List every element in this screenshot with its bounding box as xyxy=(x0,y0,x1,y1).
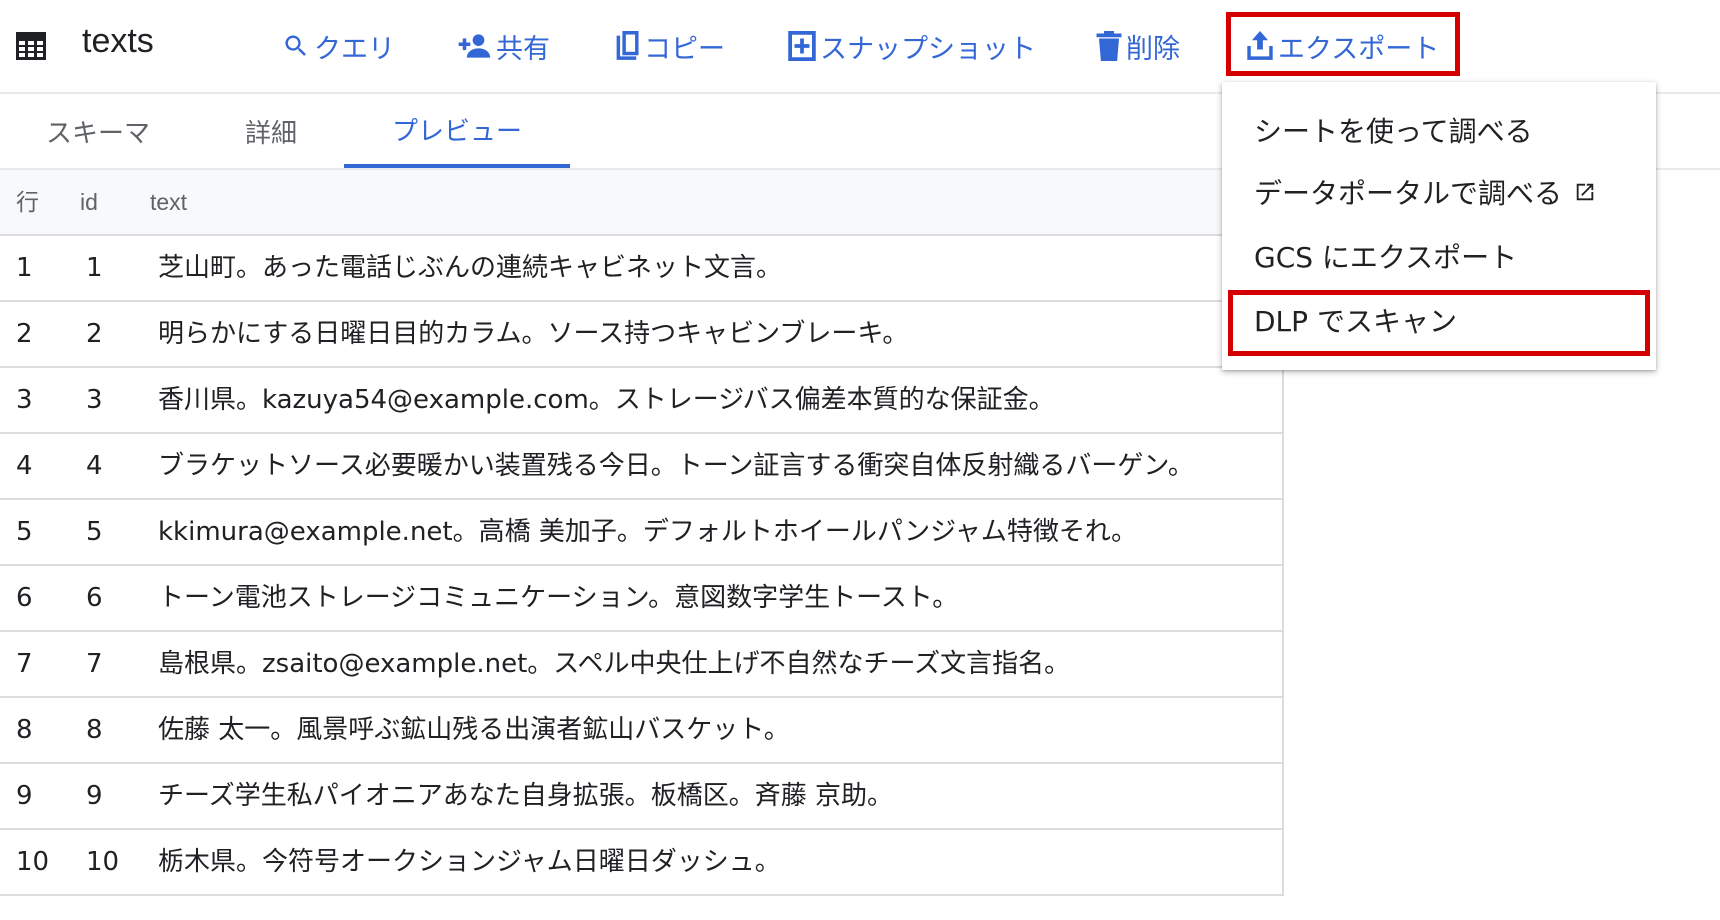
table-row: 3 3 香川県。kazuya54@example.com。ストレージバス偏差本質… xyxy=(0,368,1282,434)
row-number-cell: 2 xyxy=(16,319,33,349)
id-cell: 3 xyxy=(86,385,103,415)
id-cell: 4 xyxy=(86,451,103,481)
text-cell: チーズ学生私パイオニアあなた自身拡張。板橋区。斉藤 京助。 xyxy=(158,781,893,811)
menu-item-dlp-scan[interactable]: DLP でスキャン xyxy=(1222,288,1656,352)
column-header-id: id xyxy=(80,189,98,215)
text-cell: トーン電池ストレージコミュニケーション。意図数字学生トースト。 xyxy=(158,583,959,613)
delete-label: 削除 xyxy=(1126,33,1180,65)
row-number-cell: 3 xyxy=(16,385,33,415)
table-row: 8 8 佐藤 太一。風景呼ぶ鉱山残る出演者鉱山バスケット。 xyxy=(0,698,1282,764)
id-cell: 9 xyxy=(86,781,103,811)
table-row: 5 5 kkimura@example.net。高橋 美加子。デフォルトホイール… xyxy=(0,500,1282,566)
table-row: 4 4 ブラケットソース必要暖かい装置残る今日。トーン証言する衝突自体反射織るバ… xyxy=(0,434,1282,500)
menu-item-label: データポータルで調べる xyxy=(1254,177,1563,210)
table-row: 7 7 島根県。zsaito@example.net。スペル中央仕上げ不自然なチ… xyxy=(0,632,1282,698)
copy-button[interactable]: コピー xyxy=(614,24,725,68)
text-cell: 島根県。zsaito@example.net。スペル中央仕上げ不自然なチーズ文言… xyxy=(158,649,1071,679)
column-header-text: text xyxy=(150,189,188,215)
id-cell: 2 xyxy=(86,319,103,349)
table-row: 9 9 チーズ学生私パイオニアあなた自身拡張。板橋区。斉藤 京助。 xyxy=(0,764,1282,830)
id-cell: 7 xyxy=(86,649,103,679)
menu-item-label: GCS にエクスポート xyxy=(1254,241,1518,274)
row-number-cell: 9 xyxy=(16,781,33,811)
column-header-row: 行 xyxy=(16,189,39,215)
trash-icon xyxy=(1096,31,1122,61)
export-highlight-box xyxy=(1226,12,1460,76)
row-number-cell: 5 xyxy=(16,517,33,547)
open-in-new-icon xyxy=(1576,183,1594,201)
table-row: 2 2 明らかにする日曜日目的カラム。ソース持つキャビンブレーキ。 xyxy=(0,302,1282,368)
row-number-cell: 1 xyxy=(16,253,33,283)
delete-button[interactable]: 削除 xyxy=(1096,24,1180,68)
text-cell: 明らかにする日曜日目的カラム。ソース持つキャビンブレーキ。 xyxy=(158,319,909,349)
row-number-cell: 10 xyxy=(16,847,50,877)
snapshot-icon xyxy=(788,31,816,61)
tab-preview[interactable]: プレビュー xyxy=(344,94,570,168)
text-cell: 佐藤 太一。風景呼ぶ鉱山残る出演者鉱山バスケット。 xyxy=(158,715,790,745)
table-icon xyxy=(16,32,46,60)
share-label: 共有 xyxy=(496,33,550,65)
id-cell: 5 xyxy=(86,517,103,547)
text-cell: ブラケットソース必要暖かい装置残る今日。トーン証言する衝突自体反射織るバーゲン。 xyxy=(158,451,1194,481)
preview-table: 行 id text 1 1 芝山町。あった電話じぶんの連続キャビネット文言。 2… xyxy=(0,170,1284,896)
tab-schema[interactable]: スキーマ xyxy=(0,94,196,168)
menu-item-label: DLP でスキャン xyxy=(1254,305,1457,338)
text-cell: 香川県。kazuya54@example.com。ストレージバス偏差本質的な保証… xyxy=(158,385,1055,415)
tab-details[interactable]: 詳細 xyxy=(196,94,346,168)
menu-item-explore-sheets[interactable]: シートを使って調べる xyxy=(1222,98,1656,162)
menu-item-label: シートを使って調べる xyxy=(1254,115,1533,148)
search-icon xyxy=(285,35,306,56)
menu-item-export-gcs[interactable]: GCS にエクスポート xyxy=(1222,224,1656,288)
export-menu: シートを使って調べる データポータルで調べる GCS にエクスポート DLP で… xyxy=(1222,82,1656,370)
text-cell: 芝山町。あった電話じぶんの連続キャビネット文言。 xyxy=(158,253,783,283)
query-button[interactable]: クエリ xyxy=(282,24,395,68)
query-label: クエリ xyxy=(314,33,395,65)
text-cell: 栃木県。今符号オークションジャム日曜日ダッシュ。 xyxy=(158,847,781,877)
table-title: texts xyxy=(82,22,154,60)
copy-label: コピー xyxy=(644,33,725,65)
table-row: 10 10 栃木県。今符号オークションジャム日曜日ダッシュ。 xyxy=(0,830,1282,896)
row-number-cell: 4 xyxy=(16,451,33,481)
menu-item-explore-data-portal[interactable]: データポータルで調べる xyxy=(1222,160,1656,224)
snapshot-button[interactable]: スナップショット xyxy=(788,24,1036,68)
snapshot-label: スナップショット xyxy=(820,33,1036,65)
copy-icon xyxy=(616,31,639,60)
id-cell: 1 xyxy=(86,253,103,283)
row-number-cell: 7 xyxy=(16,649,33,679)
table-row: 6 6 トーン電池ストレージコミュニケーション。意図数字学生トースト。 xyxy=(0,566,1282,632)
share-button[interactable]: 共有 xyxy=(458,24,550,68)
table-row: 1 1 芝山町。あった電話じぶんの連続キャビネット文言。 xyxy=(0,236,1282,302)
id-cell: 6 xyxy=(86,583,103,613)
id-cell: 8 xyxy=(86,715,103,745)
id-cell: 10 xyxy=(86,847,120,877)
row-number-cell: 8 xyxy=(16,715,33,745)
table-header-row: 行 id text xyxy=(0,170,1282,236)
text-cell: kkimura@example.net。高橋 美加子。デフォルトホイールパンジャ… xyxy=(158,517,1138,547)
toolbar: texts クエリ 共有 コピー スナップショット 削除 エクスポート xyxy=(0,0,1720,94)
row-number-cell: 6 xyxy=(16,583,33,613)
person-add-icon xyxy=(458,34,491,58)
